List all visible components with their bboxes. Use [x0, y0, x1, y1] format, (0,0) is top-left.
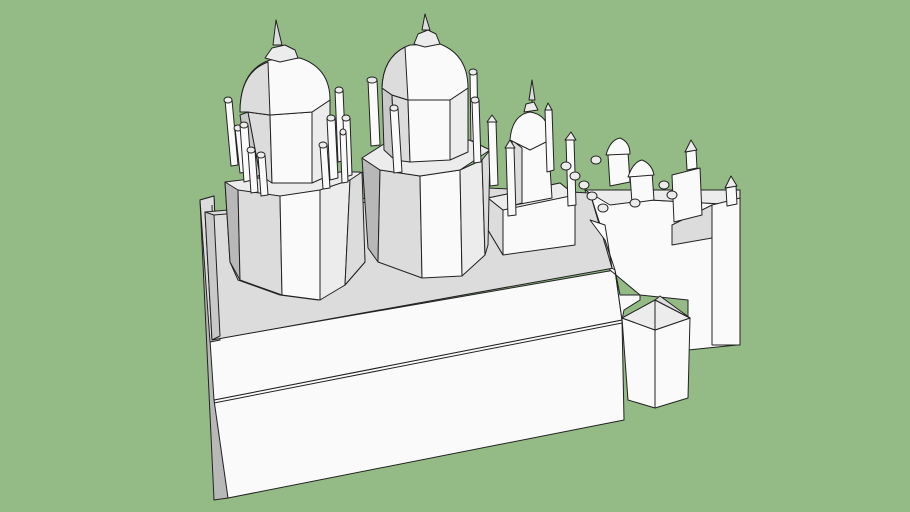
kiosk-finial-8	[560, 161, 572, 171]
pavilion-minaret-1	[544, 109, 555, 173]
wing-right-tower	[711, 197, 741, 346]
left-minaret-1-cap	[223, 96, 233, 104]
gate-pillar-right-face	[654, 317, 691, 409]
kiosk-finial-7	[666, 190, 678, 200]
left-drum-face-3	[279, 189, 321, 301]
right-minaret-4	[471, 99, 482, 164]
tower-spire-left-body	[685, 149, 698, 171]
right-drum-face-4	[459, 159, 486, 277]
pavilion-minaret-3	[505, 147, 517, 217]
right-drum-face-3	[419, 169, 463, 279]
kiosk-finial-6	[658, 180, 670, 190]
left-minaret-8-cap	[341, 114, 351, 122]
kiosk-finial-1	[590, 155, 602, 165]
kiosk-finial-9	[569, 171, 581, 181]
right-drum-face-2	[377, 169, 423, 279]
left-drum-face-2	[237, 189, 283, 296]
tower-spire-right-body	[725, 185, 738, 207]
right-minaret-4-cap	[470, 96, 480, 104]
pavilion-minaret-2	[487, 121, 499, 187]
right-minaret-2-cap	[389, 104, 399, 112]
kiosk-1-body	[607, 151, 631, 187]
left-minaret-10-cap	[339, 128, 347, 136]
left-minaret-4-cap	[246, 146, 256, 154]
left-minaret-7-cap	[334, 86, 344, 94]
kiosk-finial-5	[629, 198, 641, 208]
left-drum	[224, 171, 366, 301]
left-minaret-10	[339, 131, 349, 184]
kiosk-finial-3	[586, 191, 598, 201]
kiosk-finial-2	[578, 180, 590, 190]
left-minaret-6-cap	[326, 114, 336, 122]
left-minaret-9-cap	[318, 141, 328, 149]
right-dome-drum-face-3	[407, 99, 451, 163]
left-dome-drum-face-3	[269, 111, 313, 184]
right-minaret-1-cap	[366, 76, 378, 84]
model-viewport[interactable]	[0, 0, 910, 512]
right-minaret-3-cap	[468, 68, 478, 76]
left-minaret-3-cap	[239, 121, 249, 129]
kiosk-finial-4	[597, 203, 609, 213]
left-minaret-5-cap	[256, 151, 266, 159]
gate-pillar	[621, 295, 691, 409]
building-model	[0, 0, 910, 512]
